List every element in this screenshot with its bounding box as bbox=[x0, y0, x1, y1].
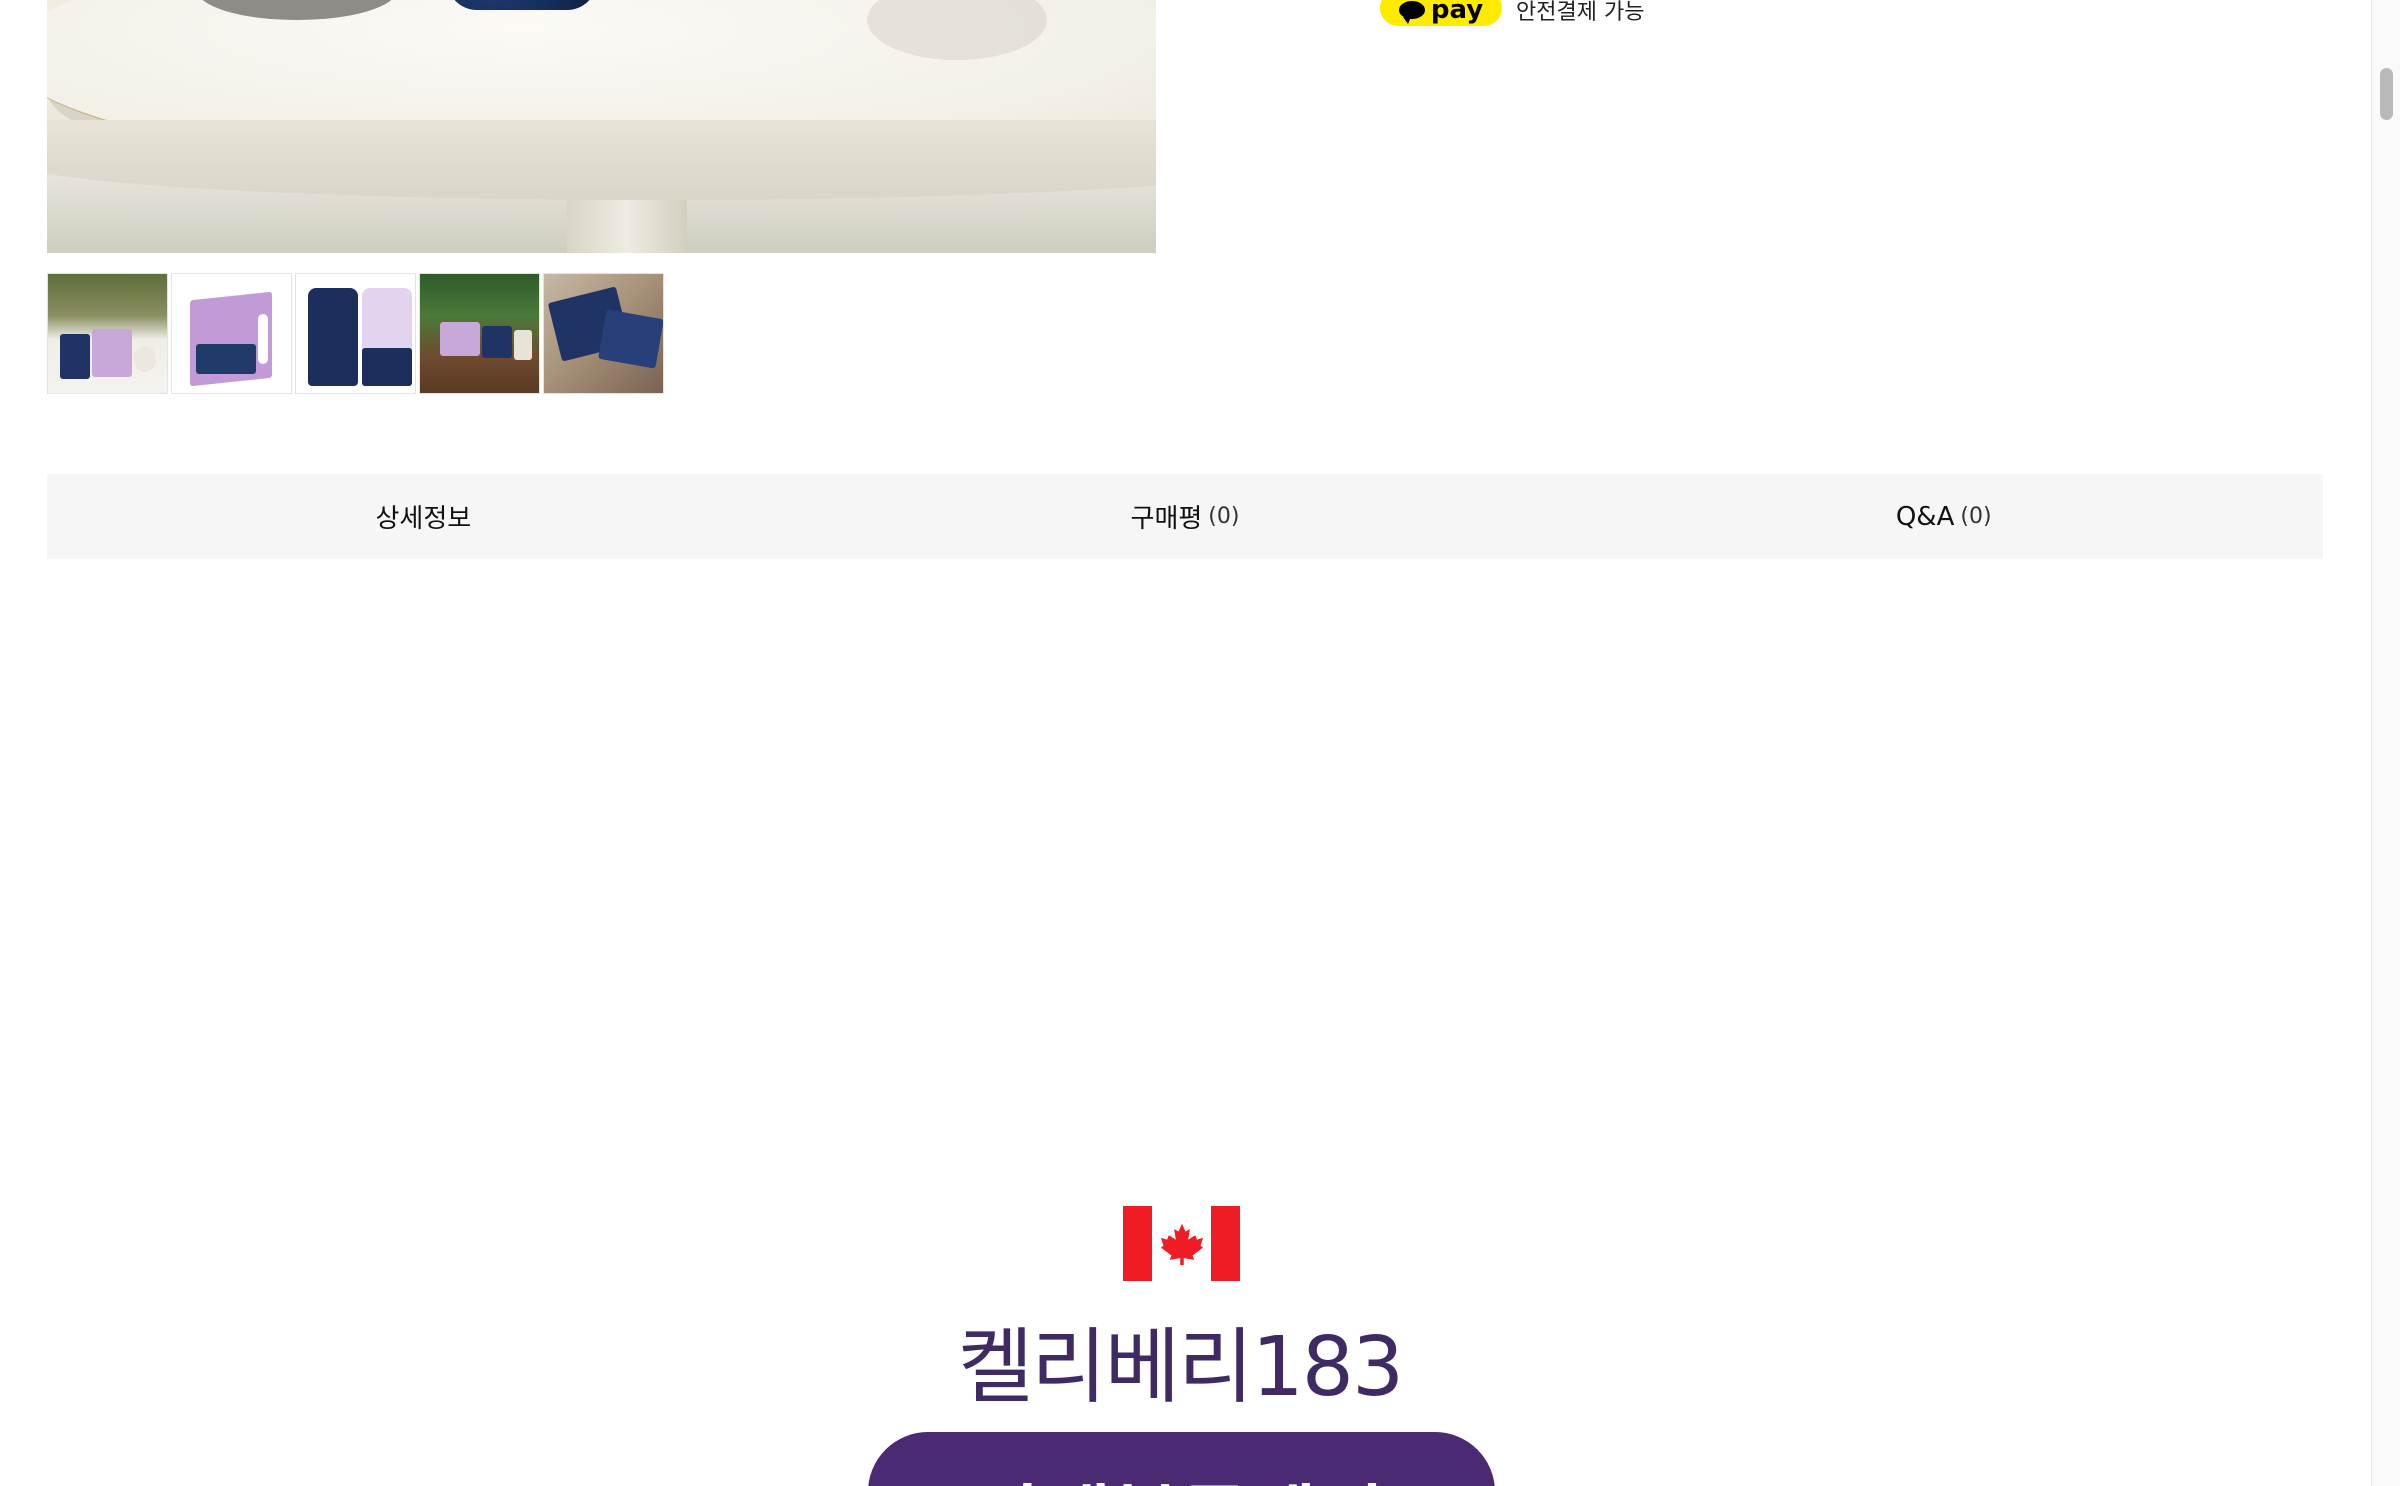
tab-count: (0) bbox=[1960, 504, 1992, 529]
banner-text: 야생블루베리 bbox=[977, 1460, 1386, 1486]
tab-reviews[interactable]: 구매평 (0) bbox=[806, 474, 1565, 559]
thumbnail-3[interactable] bbox=[295, 273, 416, 394]
tab-label: 상세정보 bbox=[375, 504, 472, 534]
product-page: pay 안전결제 가능 상세정보 구매평 (0) Q&A (0) 켈리베리183 bbox=[0, 0, 2400, 1486]
thumbnail-1[interactable] bbox=[47, 273, 168, 394]
tab-detail-info[interactable]: 상세정보 bbox=[47, 474, 806, 559]
main-product-image[interactable] bbox=[47, 0, 1156, 253]
kakaopay-badge-text: pay bbox=[1430, 0, 1484, 25]
product-banner: 야생블루베리 bbox=[868, 1432, 1495, 1486]
thumbnail-2[interactable] bbox=[171, 273, 292, 394]
kakaopay-badge: pay bbox=[1380, 0, 1502, 26]
tab-count: (0) bbox=[1208, 504, 1240, 529]
product-tab-bar: 상세정보 구매평 (0) Q&A (0) bbox=[47, 474, 2323, 559]
brand-title: 켈리베리183 bbox=[957, 1320, 1404, 1415]
tab-label: 구매평 bbox=[1130, 504, 1203, 534]
scrollbar-thumb[interactable] bbox=[2380, 68, 2393, 120]
tab-qna[interactable]: Q&A (0) bbox=[1564, 474, 2323, 559]
speech-bubble-icon bbox=[1398, 1, 1425, 24]
maple-leaf-icon bbox=[1160, 1223, 1203, 1265]
canada-flag-icon bbox=[1123, 1206, 1240, 1281]
tab-label: Q&A bbox=[1895, 501, 1955, 532]
thumbnail-gallery bbox=[47, 273, 664, 394]
page-scrollbar[interactable] bbox=[2371, 0, 2400, 1486]
kakaopay-label: 안전결제 가능 bbox=[1516, 0, 1645, 25]
thumbnail-5[interactable] bbox=[543, 273, 664, 394]
thumbnail-4[interactable] bbox=[419, 273, 540, 394]
kakaopay-notice: pay 안전결제 가능 bbox=[1380, 0, 1644, 26]
